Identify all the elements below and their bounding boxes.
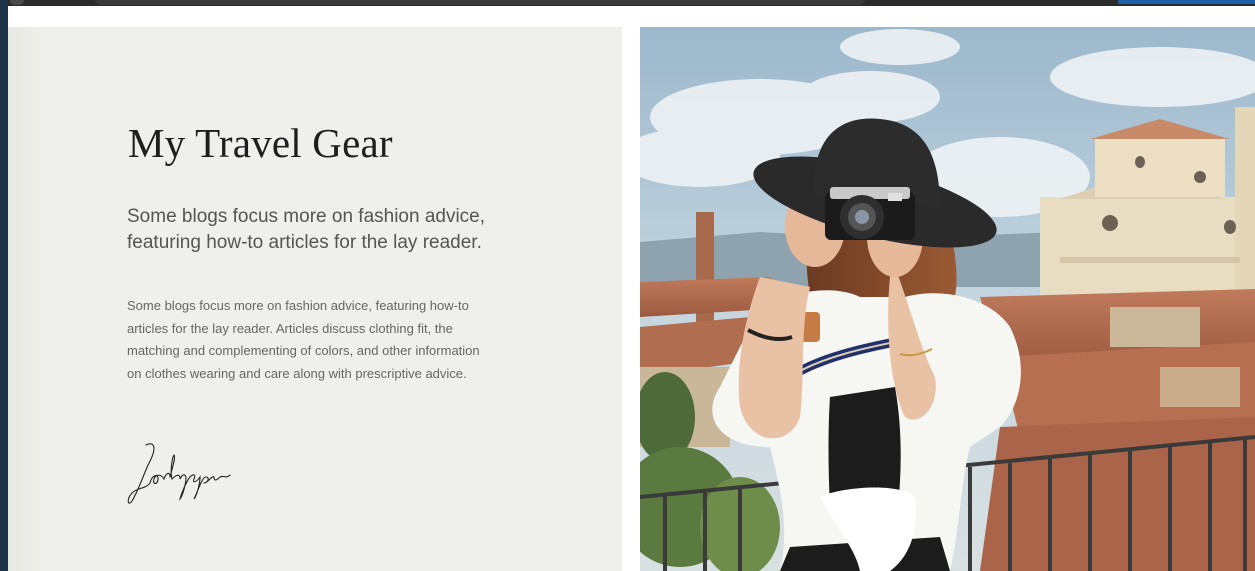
- address-bar[interactable]: [95, 0, 865, 5]
- toolbar-accent-button[interactable]: [1118, 0, 1255, 4]
- signature-image: [124, 439, 234, 505]
- travel-photo: [640, 27, 1255, 571]
- section-subtitle: Some blogs focus more on fashion advice,…: [127, 206, 486, 253]
- text-panel: My Travel Gear Some blogs focus more on …: [8, 27, 622, 571]
- window-control[interactable]: [10, 0, 24, 5]
- section-body: Some blogs focus more on fashion advice,…: [127, 298, 480, 381]
- section-title: My Travel Gear: [128, 120, 393, 166]
- window-frame-edge: [0, 0, 8, 571]
- page-content: My Travel Gear Some blogs focus more on …: [8, 6, 1255, 571]
